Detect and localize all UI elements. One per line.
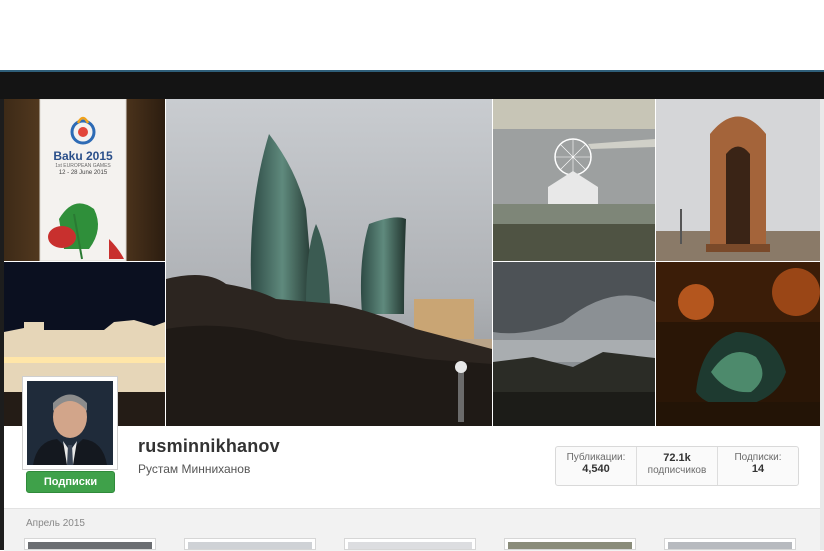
feed-thumb[interactable] [24, 538, 156, 550]
stat-posts[interactable]: Публикации: 4,540 [556, 447, 637, 485]
photo-tile-seaside[interactable] [493, 262, 655, 426]
photo-tile-night-garden[interactable] [656, 262, 820, 426]
profile-stats: Публикации: 4,540 72.1k подписчиков Подп… [555, 446, 799, 486]
photo-tile-baku-banner[interactable] [4, 99, 165, 261]
stat-followers[interactable]: 72.1k подписчиков [637, 447, 718, 485]
photo-seaside [493, 262, 655, 426]
stat-following-label: Подписки: [734, 452, 782, 463]
banner-dates: 12 - 28 June 2015 [58, 170, 108, 176]
photo-tile-flame-towers[interactable] [166, 99, 492, 426]
profile-username[interactable]: rusminnikhanov [138, 436, 280, 457]
profile-full-name: Рустам Минниханов [138, 462, 251, 476]
feed-thumb[interactable] [664, 538, 796, 550]
feed-date-header: Апрель 2015 [26, 518, 85, 529]
photo-baku-banner [4, 99, 165, 261]
feed-thumb[interactable] [344, 538, 476, 550]
follow-button[interactable]: Подписки [26, 471, 115, 493]
right-edge [820, 99, 824, 550]
feed-thumb[interactable] [504, 538, 636, 550]
stat-following-value: 14 [751, 463, 765, 475]
stat-posts-value: 4,540 [582, 463, 610, 475]
photo-tile-baku-eye[interactable] [493, 99, 655, 261]
avatar-photo [27, 381, 113, 465]
stat-followers-label: подписчиков [647, 465, 707, 476]
photo-tile-monument[interactable] [656, 99, 820, 261]
avatar[interactable] [22, 376, 118, 470]
photo-night-garden [656, 262, 820, 426]
feed-thumb[interactable] [184, 538, 316, 550]
top-whitespace [0, 0, 824, 70]
photo-flame-towers [166, 99, 492, 426]
stat-posts-label: Публикации: [566, 452, 626, 463]
stat-following[interactable]: Подписки: 14 [718, 447, 798, 485]
browser-top-bar [0, 70, 824, 99]
pomegranate-icon [48, 226, 76, 248]
banner-subtitle: 1st EUROPEAN GAMES [55, 163, 111, 169]
banner-title: Baku 2015 [53, 149, 113, 163]
photo-monument [656, 99, 820, 261]
stat-followers-value: 72.1k [663, 452, 691, 464]
photo-baku-eye [493, 99, 655, 261]
